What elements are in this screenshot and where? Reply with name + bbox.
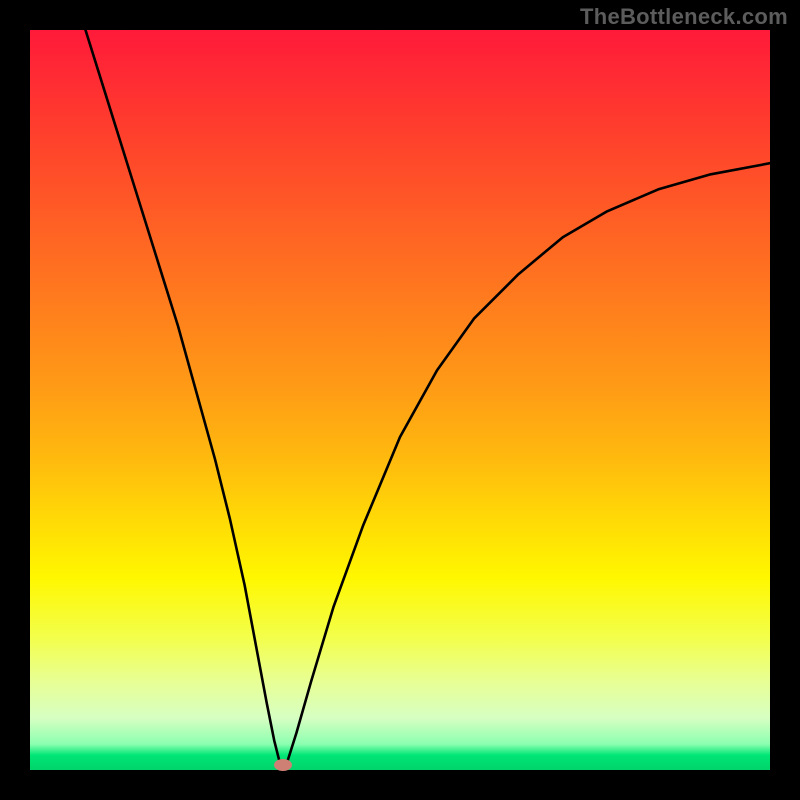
optimal-point-marker	[274, 759, 292, 771]
plot-area	[30, 30, 770, 770]
chart-frame: TheBottleneck.com	[0, 0, 800, 800]
watermark-text: TheBottleneck.com	[580, 4, 788, 30]
curve-svg	[30, 30, 770, 770]
bottleneck-curve	[86, 30, 771, 769]
